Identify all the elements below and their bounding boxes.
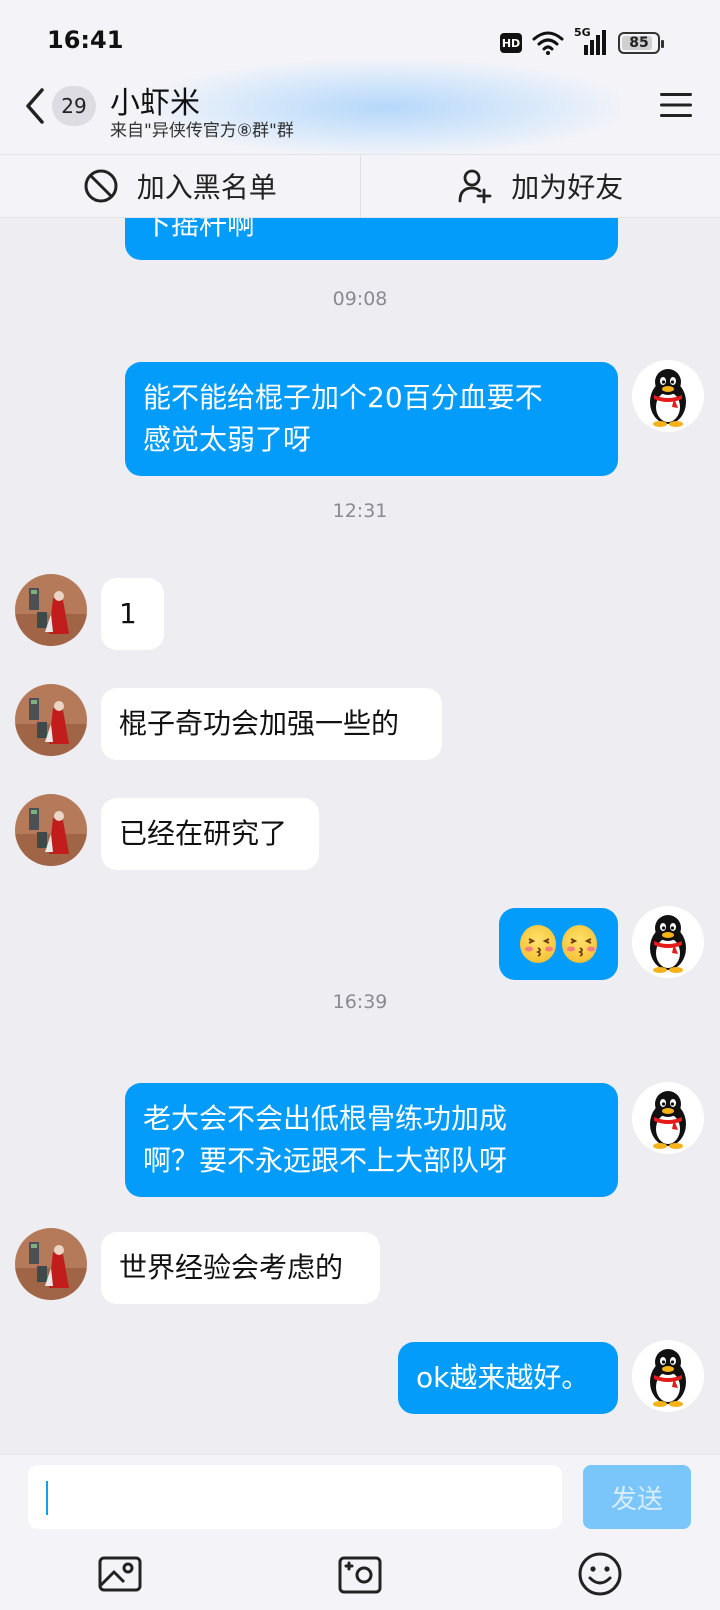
- signal-icon: 5G: [574, 26, 608, 57]
- my-avatar[interactable]: [632, 1340, 704, 1412]
- my-avatar[interactable]: [632, 1082, 704, 1154]
- wifi-icon: [532, 31, 564, 55]
- status-icons: HD 5G 85: [500, 26, 664, 58]
- block-icon: [84, 169, 118, 203]
- message-text-line1: 能不能给棍子加个20百分血要不: [143, 381, 543, 414]
- action-bar: 加入黑名单 加为好友: [0, 155, 720, 218]
- message-text: 已经在研究了: [119, 817, 288, 850]
- message-text: 下摇杆啊: [143, 218, 256, 241]
- message-bubble-out[interactable]: ok越来越好。: [398, 1342, 618, 1414]
- sender-avatar[interactable]: [15, 1228, 87, 1300]
- game-character-avatar: [15, 684, 87, 756]
- qq-penguin-icon: [632, 360, 704, 432]
- input-area: 发送: [0, 1454, 720, 1610]
- game-character-avatar: [15, 574, 87, 646]
- kiss-face-emoji: [520, 925, 556, 963]
- message-bubble-out[interactable]: 能不能给棍子加个20百分血要不 感觉太弱了呀: [125, 362, 618, 476]
- message-text-line2: 感觉太弱了呀: [143, 423, 312, 456]
- message-text: 1: [119, 597, 137, 630]
- message-bubble-out[interactable]: 老大会不会出低根骨练功加成 啊？要不永远跟不上大部队呀: [125, 1083, 618, 1197]
- emoji-icon[interactable]: [576, 1550, 624, 1598]
- message-bubble-out[interactable]: [499, 908, 618, 980]
- message-text: 世界经验会考虑的: [119, 1251, 344, 1284]
- message-list[interactable]: 下摇杆啊 09:08 能不能给棍子加个20百分血要不 感觉太弱了呀 12:31: [0, 218, 720, 1454]
- menu-icon[interactable]: [660, 92, 692, 118]
- game-character-avatar: [15, 1228, 87, 1300]
- send-button[interactable]: 发送: [583, 1465, 691, 1529]
- sender-avatar[interactable]: [15, 684, 87, 756]
- message-text-line1: 老大会不会出低根骨练功加成: [143, 1102, 508, 1135]
- block-button[interactable]: 加入黑名单: [0, 155, 360, 217]
- chevron-left-icon: [26, 88, 44, 124]
- message-bubble-in[interactable]: 棍子奇功会加强一些的: [101, 688, 442, 760]
- hd-icon: HD: [500, 33, 522, 53]
- time-separator: 12:31: [332, 500, 388, 522]
- qq-penguin-icon: [632, 1340, 704, 1412]
- qq-penguin-icon: [632, 1082, 704, 1154]
- camera-icon[interactable]: [336, 1550, 384, 1598]
- block-label: 加入黑名单: [136, 171, 277, 204]
- status-time: 16:41: [47, 26, 124, 54]
- time-separator: 09:08: [332, 288, 388, 310]
- message-text: 棍子奇功会加强一些的: [119, 707, 400, 740]
- text-caret: [46, 1481, 48, 1515]
- message-text-line2: 啊？要不永远跟不上大部队呀: [143, 1144, 508, 1177]
- message-bubble-in[interactable]: 已经在研究了: [101, 798, 319, 870]
- message-bubble-in[interactable]: 世界经验会考虑的: [101, 1232, 380, 1304]
- add-friend-button[interactable]: 加为好友: [361, 155, 720, 217]
- my-avatar[interactable]: [632, 360, 704, 432]
- battery-icon: 85: [618, 32, 664, 54]
- message-input[interactable]: [28, 1465, 562, 1529]
- add-friend-label: 加为好友: [511, 171, 624, 204]
- chat-subtitle: 来自"异侠传官方⑧群"群: [110, 121, 294, 141]
- game-character-avatar: [15, 794, 87, 866]
- message-bubble-out[interactable]: 下摇杆啊: [125, 218, 618, 260]
- qq-penguin-icon: [632, 906, 704, 978]
- sender-avatar[interactable]: [15, 574, 87, 646]
- add-friend-icon: [458, 169, 492, 204]
- chat-header: 16:41 HD 5G 85 29 小虾米 来自"异侠传官方⑧群"群: [0, 0, 720, 155]
- image-icon[interactable]: [96, 1550, 144, 1598]
- message-bubble-in[interactable]: 1: [101, 578, 164, 650]
- time-separator: 16:39: [332, 991, 388, 1013]
- back-button[interactable]: 29: [20, 82, 120, 130]
- unread-count-badge: 29: [52, 86, 96, 126]
- kiss-face-emoji: [561, 925, 597, 963]
- message-text: ok越来越好。: [416, 1361, 590, 1394]
- sender-avatar[interactable]: [15, 794, 87, 866]
- my-avatar[interactable]: [632, 906, 704, 978]
- battery-level: 85: [629, 35, 649, 51]
